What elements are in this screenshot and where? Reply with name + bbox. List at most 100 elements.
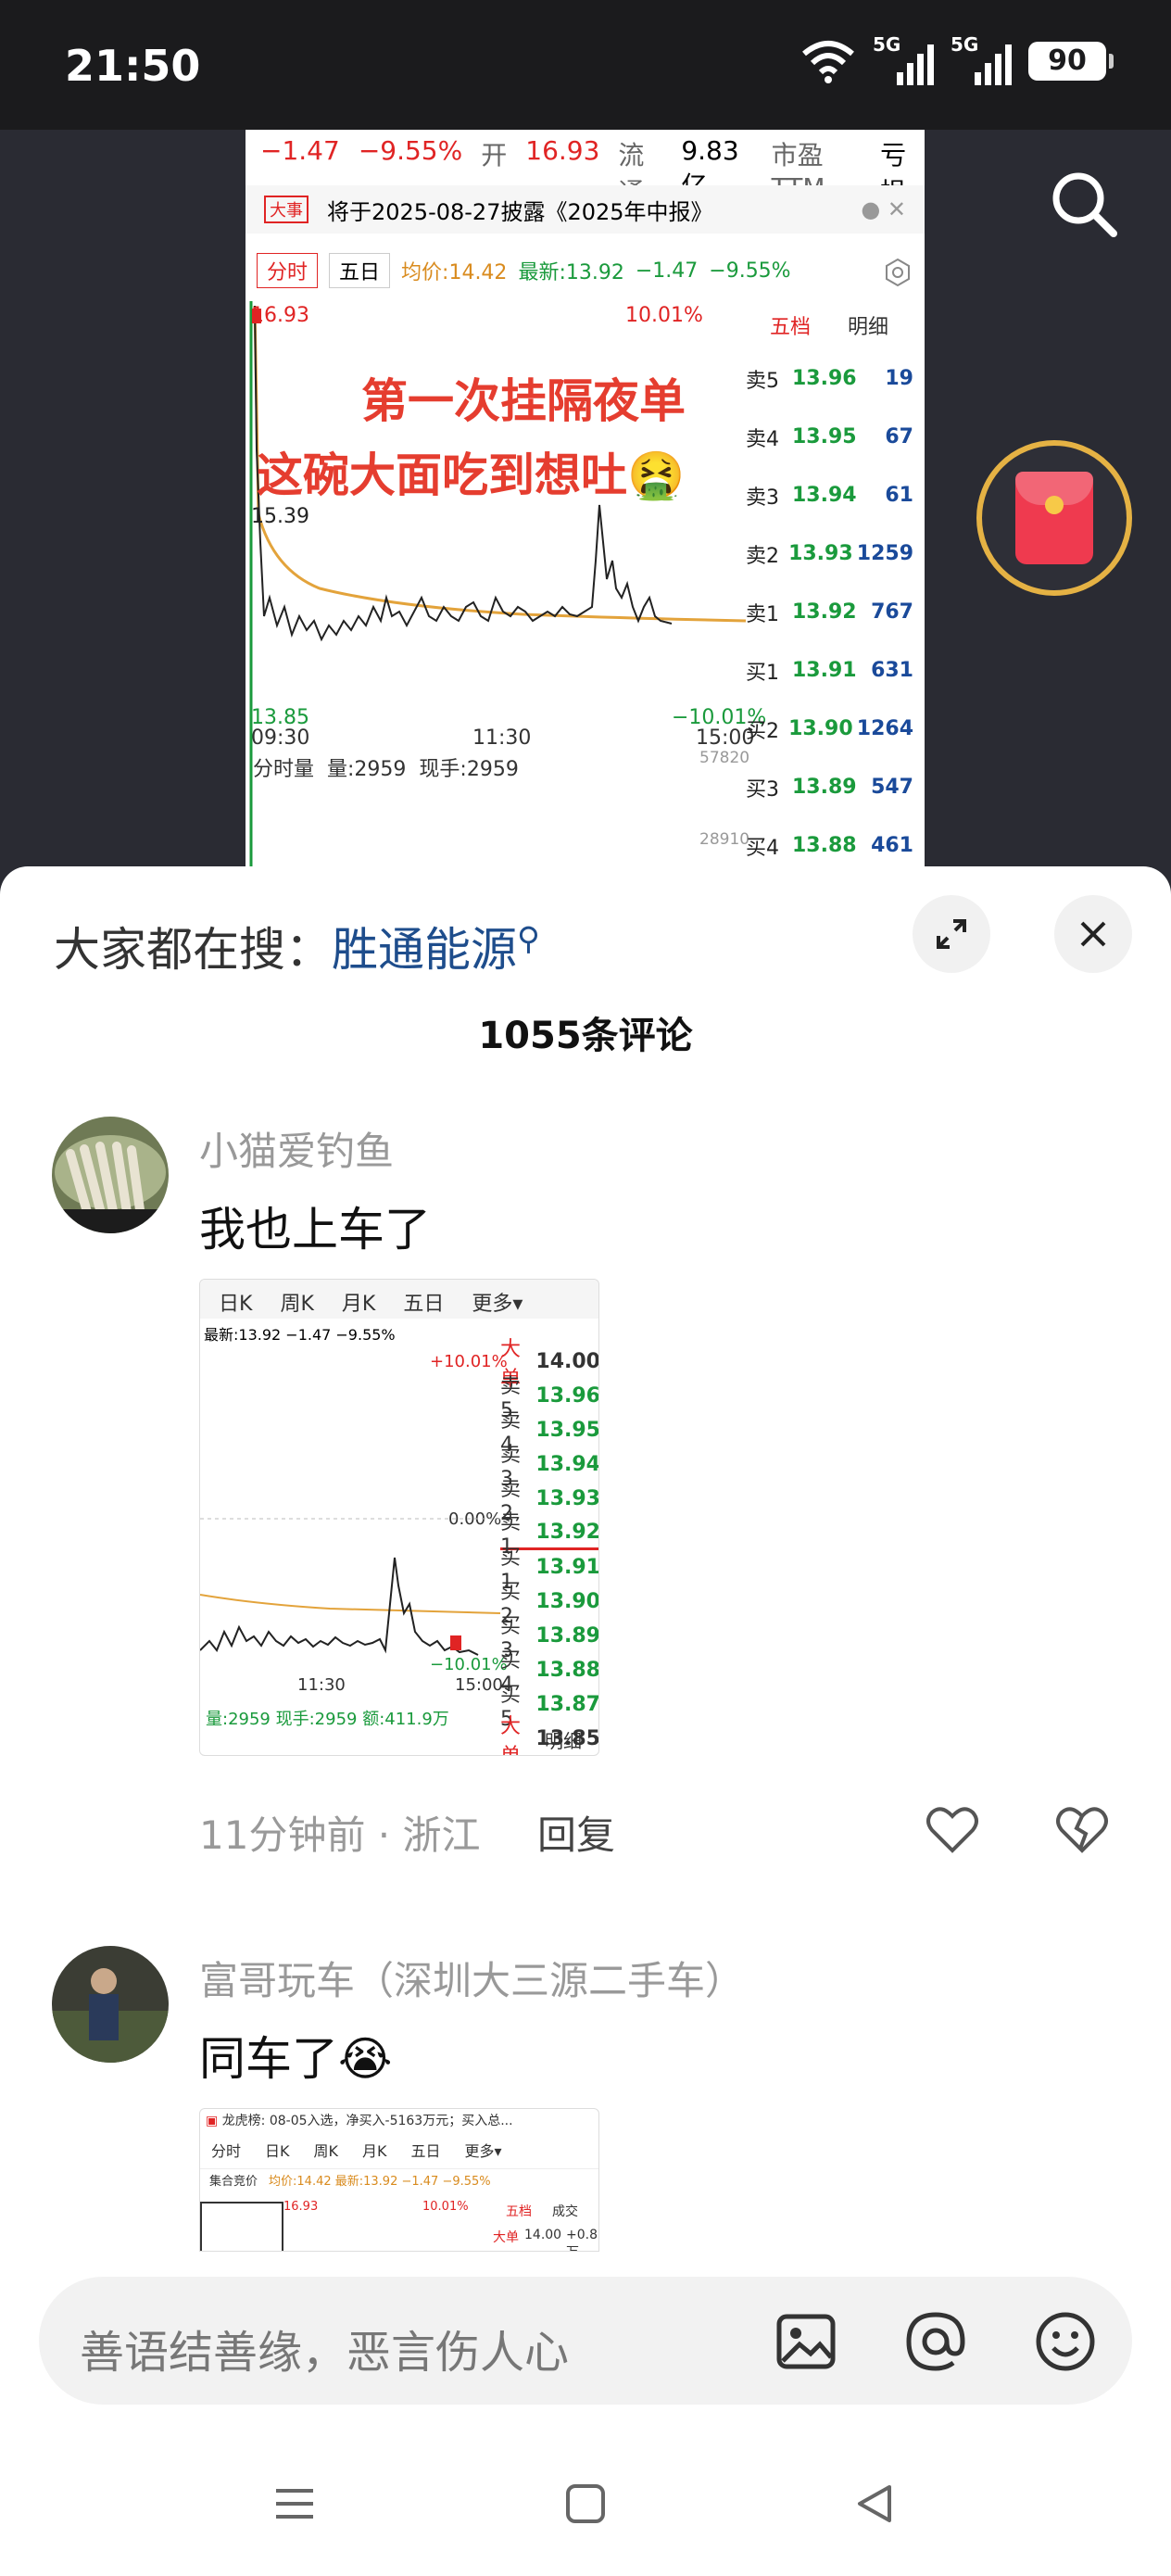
image-top-pct: +10.01% [430, 1352, 508, 1371]
back-icon[interactable] [854, 2483, 895, 2524]
hot-search[interactable]: 大家都在搜：胜通能源⚲ [54, 913, 540, 979]
red-packet-icon [1015, 472, 1093, 564]
search-icon[interactable] [1047, 167, 1121, 241]
status-bar: 21:50 5G 5G 90 [0, 0, 1171, 130]
menu-icon[interactable] [274, 2483, 315, 2524]
like-icon[interactable] [923, 1800, 982, 1860]
order-book-row: 买2 13.90 1264 [746, 717, 913, 743]
image2-big-price: 14.00 [524, 2228, 562, 2242]
image2-high-pct: 10.01% [422, 2200, 469, 2214]
image2-ob-five: 五档 [506, 2204, 532, 2219]
wifi-icon [802, 41, 854, 83]
comment-image[interactable]: ▣ 龙虎榜: 08-05入选，净买入-5163万元；买入总... 分时 日K 周K 月… [199, 2108, 599, 2252]
image-time-mid: 11:30 [297, 1675, 346, 1695]
dislike-icon[interactable] [1052, 1800, 1112, 1860]
reply-button[interactable]: 回复 [537, 1804, 615, 1861]
comment-username[interactable]: 富哥玩车（深圳大三源二手车） [199, 1950, 744, 2006]
order-book-row: 卖2 13.93 1259 [746, 542, 913, 568]
chart-high: 16.93 [251, 304, 309, 327]
avg-price: 均价:14.42 [401, 261, 508, 284]
image2-big-order: 大单 [493, 2230, 519, 2245]
red-packet-button[interactable] [976, 440, 1132, 596]
home-icon[interactable] [565, 2483, 606, 2524]
notice-tag: 大事 [264, 196, 308, 223]
order-book-row: 卖1 13.92 767 [746, 600, 913, 626]
chart-high-pct: 10.01% [625, 304, 703, 327]
volume-row: 分时量 量:2959 现手:2959 [253, 752, 519, 782]
comment-text: 同车了😭 [199, 2032, 393, 2086]
order-book-row: 买4 13.88 461 [746, 834, 913, 860]
notice-row: 大事 将于2025-08-27披露《2025年中报》 ● ✕ [246, 185, 925, 234]
comment-input[interactable]: 善语结善缘，恶言伤人心 [39, 2277, 1132, 2405]
order-book: 五档 明细 卖5 13.96 19 卖4 13.95 67 卖3 13.94 61 卖2 13.93 1… [746, 310, 925, 866]
latest-change: −1.47 [635, 259, 699, 283]
close-icon [1080, 921, 1106, 947]
hot-search-label: 大家都在搜： [54, 923, 332, 977]
close-button[interactable] [1054, 895, 1132, 973]
order-book-row: 卖4 13.95 67 [746, 425, 913, 451]
tab-intraday: 分时 [257, 253, 319, 288]
expand-icon [937, 919, 966, 949]
status-time: 21:50 [65, 41, 201, 91]
page: 21:50 5G 5G 90 −1.47 −9.55% 开 16.93 流 9.… [0, 0, 1171, 2576]
volume-label: 分时量 [253, 758, 315, 781]
comment-meta: 11分钟前 · 浙江 [199, 1812, 481, 1858]
chart-mid: 15.39 [251, 505, 309, 528]
crying-emoji: 😭 [338, 2032, 393, 2086]
avatar[interactable] [52, 1946, 169, 2063]
expand-button[interactable] [913, 895, 990, 973]
image-intraday-chart [200, 1518, 500, 1656]
comment-count: 1055条评论 [478, 1015, 693, 1057]
mention-icon[interactable] [903, 2309, 968, 2374]
small-search-icon: ⚲ [517, 920, 540, 958]
vol-scale-1: 57820 [699, 749, 750, 767]
order-book-row: 买3 13.89 547 [746, 776, 913, 802]
comment-username[interactable]: 小猫爱钓鱼 [199, 1120, 394, 1177]
ob-tab-five: 五档 [770, 316, 812, 339]
image-detail: 明细 [545, 1730, 582, 1752]
current-hand: 现手:2959 [419, 758, 519, 781]
comment-input-placeholder: 善语结善缘，恶言伤人心 [80, 2327, 570, 2379]
image-order-book: 大单 14.00 卖5 13.96 卖4 13.95 卖3 13.94 卖2 13.93 卖1 13.… [500, 1338, 598, 1755]
latest-pct: −9.55% [709, 259, 791, 283]
vomit-emoji: 🤮 [627, 448, 686, 502]
image2-big-qty: +0.8万 [566, 2228, 598, 2251]
image-time-end: 15:00 [455, 1675, 503, 1695]
image2-high: 16.93 [283, 2200, 319, 2214]
time-mid: 11:30 [472, 726, 532, 750]
hot-search-keyword[interactable]: 胜通能源 [332, 923, 517, 977]
vol-scale-2: 28910 [699, 830, 750, 849]
image2-auction-box [200, 2202, 283, 2251]
settings-icon [886, 258, 910, 287]
signal-icon-2: 5G [951, 33, 1012, 85]
tab-five-day: 五日 [329, 253, 391, 288]
overlay-caption-1: 第一次挂隔夜单 [361, 374, 686, 428]
ob-tab-detail: 明细 [848, 316, 889, 339]
image2-tabs: 分时 日K 周K 月K 五日 更多▾ [200, 2131, 598, 2169]
image2-ob-deal: 成交 [552, 2204, 578, 2219]
video-frame[interactable]: −1.47 −9.55% 开 16.93 流通 9.83亿 市盈TTM 亏损 大… [246, 130, 925, 866]
latest-price: 最新:13.92 [518, 261, 624, 284]
image-icon[interactable] [774, 2309, 838, 2374]
close-notice-icon: ● ✕ [861, 196, 906, 222]
signal-icon: 5G [873, 33, 934, 85]
image2-header: ▣ 龙虎榜: 08-05入选，净买入-5163万元；买入总... [206, 2114, 513, 2128]
overlay-caption-2: 这碗大面吃到想吐🤮 [257, 448, 686, 502]
notice-text: 将于2025-08-27披露《2025年中报》 [327, 198, 713, 225]
emoji-icon[interactable] [1033, 2309, 1098, 2374]
image-volume: 量:2959 现手:2959 额:411.9万 [206, 1710, 449, 1729]
order-book-row: 卖5 13.96 19 [746, 367, 913, 393]
image-bottom-pct: −10.01% [430, 1655, 508, 1674]
chart-tabs: 分时 五日 均价:14.42 最新:13.92 −1.47 −9.55% [257, 253, 791, 288]
order-book-row: 买1 13.91 631 [746, 659, 913, 685]
comment-image[interactable]: 日K 周K 月K 五日 更多▾ 最新:13.92 −1.47 −9.55% +10.01… [199, 1279, 599, 1756]
battery-icon: 90 [1028, 42, 1114, 81]
avatar[interactable] [52, 1117, 169, 1233]
time-start: 09:30 [251, 726, 310, 750]
system-nav-bar [0, 2446, 1171, 2576]
image2-quote: 集合竞价 均价:14.42 最新:13.92 −1.47 −9.55% [209, 2175, 491, 2189]
comment-text: 我也上车了 [199, 1203, 431, 1256]
status-icons: 5G 5G 90 [800, 33, 1114, 85]
volume-value: 量:2959 [327, 758, 407, 781]
comment-sheet: 大家都在搜：胜通能源⚲ 1055条评论 小猫爱钓鱼 我也上车了 11分钟前 · … [0, 866, 1171, 2576]
